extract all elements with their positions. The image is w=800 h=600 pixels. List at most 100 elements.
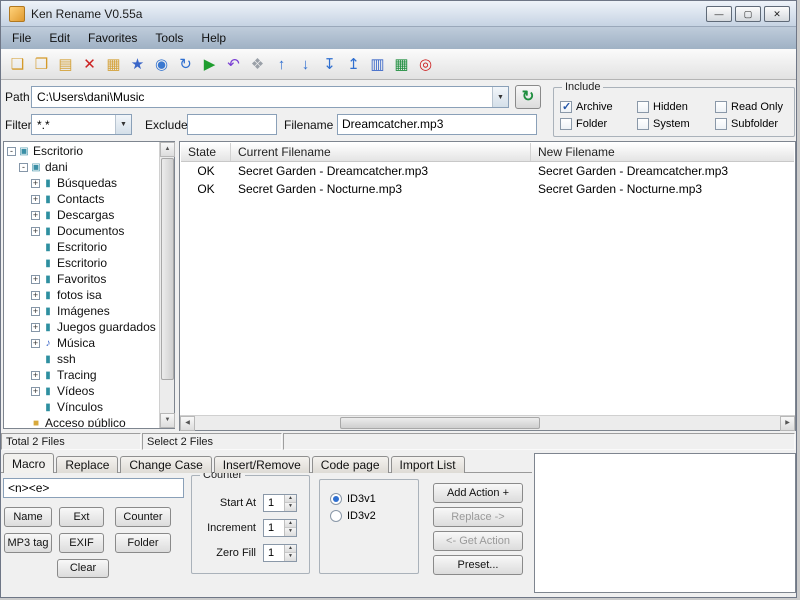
add-folder-icon[interactable]: ▤ <box>54 53 77 76</box>
scroll-up-icon[interactable]: ▲ <box>160 142 175 157</box>
column-header[interactable]: State <box>181 143 231 161</box>
spin-down-icon[interactable]: ▼ <box>285 553 296 561</box>
include-checkbox[interactable]: Hidden <box>637 100 715 113</box>
tree-expander[interactable]: + <box>31 210 40 220</box>
tree-expander[interactable]: + <box>31 290 40 300</box>
tree-item[interactable]: ■ Acceso público <box>5 415 158 427</box>
radio-icon[interactable] <box>330 492 342 505</box>
mp3tag-macro-button[interactable]: MP3 tag <box>4 533 52 553</box>
id3-radio[interactable]: ID3v2 <box>330 507 376 524</box>
tree-expander[interactable]: + <box>31 386 40 396</box>
filename-input[interactable]: Dreamcatcher.mp3 <box>337 114 537 135</box>
scroll-down-icon[interactable]: ▼ <box>160 413 175 428</box>
browse-folder-icon[interactable]: ▦ <box>102 53 125 76</box>
tree-item[interactable]: + ▮ Búsquedas <box>5 175 158 191</box>
clear-button[interactable]: Clear <box>57 559 109 578</box>
undo-icon[interactable]: ↶ <box>222 53 245 76</box>
counter-spinner[interactable]: 1 ▲ ▼ <box>263 493 297 512</box>
checkbox-icon[interactable] <box>715 100 727 113</box>
move-down-icon[interactable]: ↓ <box>294 53 317 76</box>
counter-spinner[interactable]: 1 ▲ ▼ <box>263 543 297 562</box>
table-row[interactable]: OK Secret Garden - Dreamcatcher.mp3 Secr… <box>181 162 794 180</box>
tree-expander[interactable]: + <box>31 370 40 380</box>
tree-item[interactable]: + ♪ Música <box>5 335 158 351</box>
spin-up-icon[interactable]: ▲ <box>285 519 296 528</box>
tree-item[interactable]: + ▮ Imágenes <box>5 303 158 319</box>
ext-macro-button[interactable]: Ext <box>59 507 104 527</box>
maximize-button[interactable]: ▢ <box>735 6 761 22</box>
scroll-thumb[interactable] <box>161 158 174 380</box>
tree-expander[interactable]: - <box>7 146 16 156</box>
checkbox-icon[interactable] <box>637 117 649 130</box>
tab[interactable]: Replace <box>56 456 119 473</box>
checkbox-icon[interactable] <box>637 100 649 113</box>
tab[interactable]: Code page <box>311 456 389 473</box>
tree-item[interactable]: + ▮ Vídeos <box>5 383 158 399</box>
tree-item[interactable]: + ▮ Juegos guardados <box>5 319 158 335</box>
name-macro-button[interactable]: Name <box>4 507 52 527</box>
favorites-icon[interactable]: ★ <box>126 53 149 76</box>
move-top-icon[interactable]: ↥ <box>342 53 365 76</box>
action-button[interactable]: Replace -> <box>433 507 523 527</box>
menu-item[interactable]: Edit <box>40 28 79 48</box>
chevron-down-icon[interactable]: ▼ <box>115 115 131 134</box>
include-checkbox[interactable]: Read Only <box>715 100 797 113</box>
tree-expander[interactable]: + <box>31 274 40 284</box>
column-header[interactable]: New Filename <box>531 143 794 161</box>
spin-up-icon[interactable]: ▲ <box>285 494 296 503</box>
scroll-left-icon[interactable]: ◀ <box>180 416 195 431</box>
tree-item[interactable]: - ▣ dani <box>5 159 158 175</box>
filter-combobox[interactable]: *.* ▼ <box>31 114 132 135</box>
move-up-icon[interactable]: ↑ <box>270 53 293 76</box>
tree-item[interactable]: ▮ ssh <box>5 351 158 367</box>
new-icon[interactable]: ❑ <box>6 53 29 76</box>
open-folder-icon[interactable]: ❒ <box>30 53 53 76</box>
run-rename-icon[interactable]: ▶ <box>198 53 221 76</box>
include-checkbox[interactable]: Subfolder <box>715 117 797 130</box>
id3-radio[interactable]: ID3v1 <box>330 490 376 507</box>
tree-item[interactable]: + ▮ Descargas <box>5 207 158 223</box>
titlebar[interactable]: Ken Rename V0.55a — ▢ ✕ <box>1 1 796 27</box>
spinner-value[interactable]: 1 <box>264 520 284 536</box>
tree-expander[interactable]: - <box>19 162 28 172</box>
tab[interactable]: Macro <box>3 453 55 473</box>
menu-item[interactable]: Help <box>192 28 235 48</box>
tree-expander[interactable]: + <box>31 306 40 316</box>
include-checkbox[interactable]: Archive <box>560 100 637 113</box>
checkbox-icon[interactable] <box>560 117 572 130</box>
macro-pattern-input[interactable]: <n><e> <box>3 478 184 498</box>
include-checkbox[interactable]: System <box>637 117 715 130</box>
tab[interactable]: Import List <box>390 456 465 473</box>
spinner-value[interactable]: 1 <box>264 545 284 561</box>
tree-expander[interactable]: + <box>31 338 40 348</box>
tree-expander[interactable]: + <box>31 322 40 332</box>
checkbox-icon[interactable] <box>715 117 727 130</box>
move-bottom-icon[interactable]: ↧ <box>318 53 341 76</box>
tree-item[interactable]: + ▮ Contacts <box>5 191 158 207</box>
tree-expander[interactable]: + <box>31 226 40 236</box>
scroll-thumb[interactable] <box>340 417 540 429</box>
actions-listbox[interactable] <box>534 453 796 593</box>
action-button[interactable]: <- Get Action <box>433 531 523 551</box>
exclude-input[interactable] <box>187 114 277 135</box>
scroll-right-icon[interactable]: ▶ <box>780 416 795 431</box>
tree-item[interactable]: + ▮ Documentos <box>5 223 158 239</box>
tree-item[interactable]: + ▮ fotos isa <box>5 287 158 303</box>
exit-icon[interactable]: ◎ <box>414 53 437 76</box>
spin-down-icon[interactable]: ▼ <box>285 503 296 511</box>
column-header[interactable]: Current Filename <box>231 143 531 161</box>
radio-icon[interactable] <box>330 509 342 522</box>
include-checkbox[interactable]: Folder <box>560 117 637 130</box>
checkbox-icon[interactable] <box>560 100 572 113</box>
minimize-button[interactable]: — <box>706 6 732 22</box>
tree-expander[interactable]: + <box>31 194 40 204</box>
action-button[interactable]: Preset... <box>433 555 523 575</box>
window-icon[interactable]: ❖ <box>246 53 269 76</box>
spin-up-icon[interactable]: ▲ <box>285 544 296 553</box>
delete-icon[interactable]: ✕ <box>78 53 101 76</box>
refresh-icon[interactable]: ↻ <box>174 53 197 76</box>
tree-scrollbar[interactable]: ▲ ▼ <box>159 142 175 428</box>
tab[interactable]: Insert/Remove <box>213 456 310 473</box>
tree-item[interactable]: ▮ Vínculos <box>5 399 158 415</box>
tree-item[interactable]: ▮ Escritorio <box>5 255 158 271</box>
